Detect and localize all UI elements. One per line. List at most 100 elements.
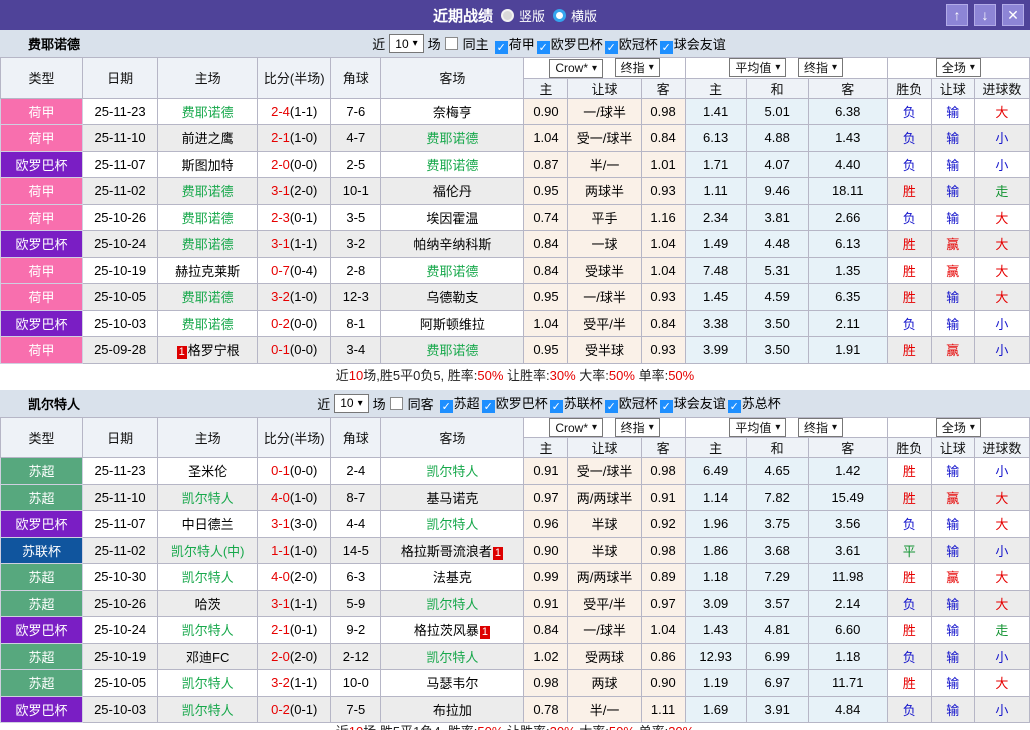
fulltime-score[interactable]: 3-1 (271, 183, 290, 198)
home-team-name[interactable]: 费耶诺德 (182, 184, 234, 199)
league-checkbox[interactable]: ✓ (660, 41, 673, 54)
fulltime-score[interactable]: 0-1 (271, 342, 290, 357)
away-team-name[interactable]: 基马诺克 (426, 491, 478, 506)
fulltime-score[interactable]: 4-0 (271, 490, 290, 505)
league-checkbox[interactable]: ✓ (605, 400, 618, 413)
handicap-line: 两球 (568, 670, 641, 697)
home-team-name[interactable]: 费耶诺德 (182, 105, 234, 120)
away-team-name[interactable]: 乌德勒支 (426, 290, 478, 305)
home-team-name[interactable]: 凯尔特人(中) (171, 544, 245, 559)
fulltime-score[interactable]: 3-1 (271, 516, 290, 531)
halftime-score: (1-1) (290, 596, 317, 611)
match-date: 25-11-23 (83, 98, 158, 125)
league-checkbox[interactable]: ✓ (537, 41, 550, 54)
odds-time-select[interactable]: 终指▾ (615, 58, 660, 77)
home-team-name[interactable]: 费耶诺德 (182, 317, 234, 332)
fulltime-score[interactable]: 2-4 (271, 104, 290, 119)
home-team-name[interactable]: 前进之鹰 (182, 131, 234, 146)
league-checkbox[interactable]: ✓ (550, 400, 563, 413)
league-checkbox[interactable]: ✓ (482, 400, 495, 413)
away-team-name[interactable]: 凯尔特人 (426, 517, 478, 532)
away-team-name[interactable]: 费耶诺德 (426, 131, 478, 146)
away-team-name[interactable]: 帕纳辛纳科斯 (413, 237, 491, 252)
away-team-name[interactable]: 格拉斯哥流浪者 (401, 544, 492, 559)
handicap-line: 一/球半 (568, 617, 641, 644)
move-up-button[interactable]: ↑ (946, 4, 968, 26)
odds-source-select[interactable]: Crow*▾ (549, 418, 603, 437)
away-team-name[interactable]: 凯尔特人 (426, 597, 478, 612)
fulltime-score[interactable]: 2-0 (271, 649, 290, 664)
fulltime-score[interactable]: 3-2 (271, 675, 290, 690)
away-team-name[interactable]: 费耶诺德 (426, 264, 478, 279)
red-card-badge: 1 (177, 346, 187, 359)
away-team-name[interactable]: 凯尔特人 (426, 464, 478, 479)
league-checkbox[interactable]: ✓ (605, 41, 618, 54)
avg-home-odds: 1.69 (685, 696, 746, 723)
home-team-name[interactable]: 圣米伦 (188, 464, 227, 479)
away-team-name[interactable]: 费耶诺德 (426, 158, 478, 173)
home-team-name[interactable]: 斯图加特 (182, 158, 234, 173)
fulltime-score[interactable]: 0-2 (271, 316, 290, 331)
home-team-name[interactable]: 费耶诺德 (182, 290, 234, 305)
fulltime-score[interactable]: 0-7 (271, 263, 290, 278)
score-cell: 3-2(1-1) (258, 670, 331, 697)
away-team-name[interactable]: 埃因霍温 (426, 211, 478, 226)
move-down-button[interactable]: ↓ (974, 4, 996, 26)
fulltime-score[interactable]: 3-1 (271, 236, 290, 251)
fulltime-score[interactable]: 1-1 (271, 543, 290, 558)
avg-away-odds: 11.98 (808, 564, 887, 591)
fulltime-score[interactable]: 4-0 (271, 569, 290, 584)
match-result: 胜 (887, 564, 931, 591)
avg-time-select[interactable]: 终指▾ (798, 418, 843, 437)
home-team-name[interactable]: 凯尔特人 (182, 491, 234, 506)
fulltime-score[interactable]: 0-2 (271, 702, 290, 717)
avg-source-select[interactable]: 平均值▾ (729, 418, 786, 437)
close-button[interactable]: ✕ (1002, 4, 1024, 26)
away-team-name[interactable]: 凯尔特人 (426, 650, 478, 665)
match-count-select[interactable]: 10▾ (334, 394, 368, 413)
away-team-name[interactable]: 费耶诺德 (426, 343, 478, 358)
fulltime-score[interactable]: 2-0 (271, 157, 290, 172)
home-team-name[interactable]: 赫拉克莱斯 (175, 264, 240, 279)
home-team-name[interactable]: 格罗宁根 (188, 343, 240, 358)
horizontal-layout-radio[interactable] (553, 9, 566, 22)
away-team-name[interactable]: 奈梅亨 (433, 105, 472, 120)
match-count-select[interactable]: 10▾ (389, 34, 423, 53)
home-team-name[interactable]: 凯尔特人 (182, 623, 234, 638)
avg-time-select[interactable]: 终指▾ (798, 58, 843, 77)
handicap-result: 输 (931, 178, 974, 205)
fulltime-score[interactable]: 3-1 (271, 596, 290, 611)
home-team-name[interactable]: 凯尔特人 (182, 676, 234, 691)
home-team-name[interactable]: 哈茨 (195, 597, 221, 612)
fulltime-score[interactable]: 2-1 (271, 130, 290, 145)
fulltime-score[interactable]: 2-1 (271, 622, 290, 637)
odds-source-select[interactable]: Crow*▾ (549, 59, 603, 78)
home-team-name[interactable]: 凯尔特人 (182, 703, 234, 718)
away-team-name[interactable]: 福伦丹 (433, 184, 472, 199)
league-checkbox[interactable]: ✓ (660, 400, 673, 413)
odds-time-select[interactable]: 终指▾ (615, 418, 660, 437)
home-team-name[interactable]: 费耶诺德 (182, 237, 234, 252)
league-checkbox[interactable]: ✓ (440, 400, 453, 413)
avg-source-select[interactable]: 平均值▾ (729, 58, 786, 77)
vertical-layout-radio[interactable] (501, 9, 514, 22)
fulltime-score[interactable]: 0-1 (271, 463, 290, 478)
away-team-name[interactable]: 法基克 (433, 570, 472, 585)
same-home-checkbox[interactable] (445, 37, 458, 50)
home-team-name[interactable]: 邓迪FC (186, 650, 229, 665)
away-team-name[interactable]: 格拉茨风暴 (414, 623, 479, 638)
away-team-name[interactable]: 马瑟韦尔 (426, 676, 478, 691)
fulltime-score[interactable]: 2-3 (271, 210, 290, 225)
league-checkbox[interactable]: ✓ (495, 41, 508, 54)
fulltime-score[interactable]: 3-2 (271, 289, 290, 304)
scope-select[interactable]: 全场▾ (936, 58, 981, 77)
home-team-name[interactable]: 费耶诺德 (182, 211, 234, 226)
same-away-checkbox[interactable] (390, 397, 403, 410)
home-team-name[interactable]: 中日德兰 (182, 517, 234, 532)
home-team-name[interactable]: 凯尔特人 (182, 570, 234, 585)
away-team-name[interactable]: 布拉加 (433, 703, 472, 718)
crow-away-odds: 1.04 (641, 231, 685, 258)
scope-select[interactable]: 全场▾ (936, 418, 981, 437)
league-checkbox[interactable]: ✓ (728, 400, 741, 413)
away-team-name[interactable]: 阿斯顿维拉 (420, 317, 485, 332)
